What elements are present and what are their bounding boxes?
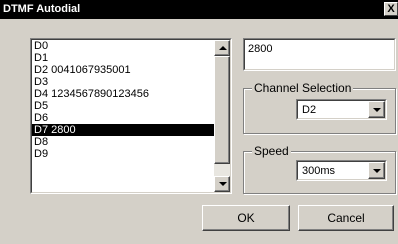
list-item[interactable]: D1 [32, 52, 214, 64]
number-input-value: 2800 [248, 43, 273, 55]
speed-select[interactable]: 300ms [296, 160, 387, 181]
speed-label: Speed [252, 144, 291, 158]
channel-selection-label: Channel Selection [252, 81, 354, 95]
list-item[interactable]: D8 [32, 136, 214, 148]
title-bar: DTMF Autodial X [0, 0, 398, 19]
dial-list[interactable]: D0 D1 D2 0041067935001 D3 D4 123456789012345… [30, 38, 232, 194]
list-item[interactable]: D3 [32, 76, 214, 88]
dropdown-arrow-icon [373, 169, 381, 173]
channel-select-inner: D2 [297, 100, 386, 119]
scroll-down-button[interactable] [214, 176, 230, 192]
close-button[interactable]: X [384, 2, 398, 16]
window-title: DTMF Autodial [3, 3, 81, 15]
list-item[interactable]: D7 2800 [32, 124, 214, 136]
ok-button[interactable]: OK [202, 205, 290, 231]
channel-selection-group: Channel Selection D2 [243, 81, 396, 134]
list-item[interactable]: D6 [32, 112, 214, 124]
number-input-inner: 2800 [244, 39, 395, 70]
scroll-up-button[interactable] [214, 40, 230, 56]
speed-dropdown-button[interactable] [368, 162, 385, 179]
list-scrollbar[interactable] [214, 40, 230, 192]
dial-list-inner: D0 D1 D2 0041067935001 D3 D4 123456789012345… [31, 39, 231, 193]
dtmf-autodial-dialog: DTMF Autodial X D0 D1 D2 0041067935001 D3 D4… [0, 0, 398, 244]
channel-select-value: D2 [302, 104, 317, 116]
scroll-up-icon [219, 46, 227, 50]
scroll-thumb[interactable] [214, 56, 230, 164]
list-item[interactable]: D5 [32, 100, 214, 112]
list-item[interactable]: D0 [32, 40, 214, 52]
close-icon: X [387, 3, 395, 15]
scroll-down-icon [219, 182, 227, 186]
channel-select[interactable]: D2 [296, 99, 387, 120]
channel-dropdown-button[interactable] [368, 101, 385, 118]
number-input[interactable]: 2800 [243, 38, 396, 71]
dial-list-items: D0 D1 D2 0041067935001 D3 D4 123456789012345… [32, 40, 214, 192]
speed-select-inner: 300ms [297, 161, 386, 180]
list-item[interactable]: D9 [32, 148, 214, 160]
dropdown-arrow-icon [373, 108, 381, 112]
speed-select-value: 300ms [302, 165, 336, 177]
speed-group: Speed 300ms [243, 144, 396, 194]
list-item[interactable]: D4 1234567890123456 [32, 88, 214, 100]
cancel-button[interactable]: Cancel [298, 205, 394, 231]
list-item[interactable]: D2 0041067935001 [32, 64, 214, 76]
